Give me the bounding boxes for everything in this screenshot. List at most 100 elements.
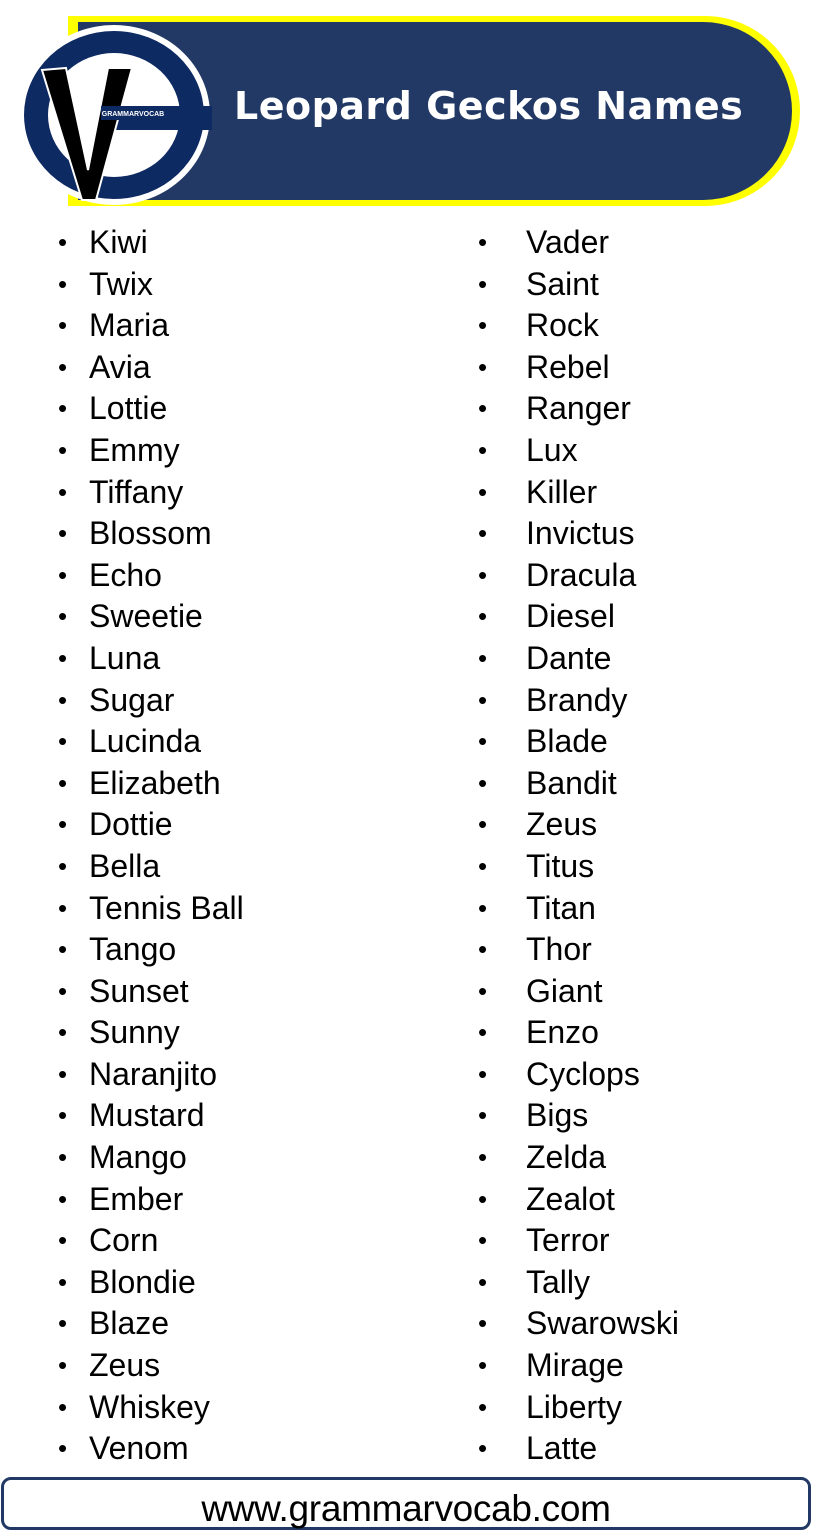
name-text: Lux	[526, 431, 578, 468]
name-text: Blaze	[89, 1305, 170, 1342]
list-item: • Ranger	[478, 388, 679, 430]
bullet-icon: •	[478, 434, 488, 465]
bullet-icon: •	[478, 1183, 488, 1214]
name-text: Zeus	[89, 1347, 161, 1384]
bullet-icon: •	[58, 1308, 68, 1339]
name-text: Whiskey	[89, 1388, 210, 1425]
name-text: Emmy	[89, 431, 180, 468]
bullet-icon: •	[478, 1142, 488, 1173]
name-text: Thor	[526, 931, 592, 968]
bullet-icon: •	[58, 934, 68, 965]
bullet-icon: •	[478, 1017, 488, 1048]
list-item: • Luna	[58, 638, 244, 680]
bullet-icon: •	[58, 726, 68, 757]
bullet-icon: •	[478, 809, 488, 840]
page-title: Leopard Geckos Names	[234, 84, 744, 128]
name-text: Rock	[526, 307, 599, 344]
name-text: Naranjito	[89, 1055, 218, 1092]
list-item: • Elizabeth	[58, 763, 244, 805]
list-item: • Vader	[478, 222, 679, 264]
bullet-icon: •	[478, 351, 488, 382]
name-text: Kiwi	[89, 224, 148, 260]
list-item: • Sunset	[58, 971, 244, 1013]
name-text: Diesel	[526, 598, 615, 635]
bullet-icon: •	[58, 767, 68, 798]
bullet-icon: •	[478, 1308, 488, 1339]
bullet-icon: •	[478, 559, 488, 590]
list-item: • Venom	[58, 1428, 244, 1470]
bullet-icon: •	[58, 601, 68, 632]
list-item: • Bella	[58, 846, 244, 888]
footer-url[interactable]: www.grammarvocab.com	[4, 1488, 808, 1530]
name-text: Zeus	[526, 806, 598, 843]
name-text: Brandy	[526, 681, 628, 718]
bullet-icon: •	[478, 642, 488, 673]
name-text: Rebel	[526, 348, 610, 385]
list-item: • Giant	[478, 971, 679, 1013]
bullet-icon: •	[478, 393, 488, 424]
bullet-icon: •	[478, 850, 488, 881]
bullet-icon: •	[58, 850, 68, 881]
list-item: • Swarowski	[478, 1303, 679, 1345]
list-item: • Zealot	[478, 1179, 679, 1221]
list-item: • Tennis Ball	[58, 888, 244, 930]
name-text: Elizabeth	[89, 764, 221, 801]
name-text: Sugar	[89, 681, 175, 718]
name-text: Vader	[526, 224, 610, 260]
name-text: Luna	[89, 639, 161, 676]
list-item: • Tiffany	[58, 472, 244, 514]
list-item: • Rebel	[478, 347, 679, 389]
list-item: • Titan	[478, 888, 679, 930]
name-text: Ember	[89, 1180, 184, 1217]
list-item: • Corn	[58, 1220, 244, 1262]
bullet-icon: •	[58, 1350, 68, 1381]
name-text: Venom	[89, 1430, 189, 1467]
bullet-icon: •	[478, 518, 488, 549]
bullet-icon: •	[58, 1183, 68, 1214]
bullet-icon: •	[478, 476, 488, 507]
name-text: Titan	[526, 889, 596, 926]
list-item: • Lux	[478, 430, 679, 472]
name-text: Blade	[526, 723, 608, 760]
name-text: Zealot	[526, 1180, 615, 1217]
name-text: Liberty	[526, 1388, 623, 1425]
bullet-icon: •	[478, 1350, 488, 1381]
name-text: Zelda	[526, 1139, 607, 1176]
bullet-icon: •	[58, 809, 68, 840]
bullet-icon: •	[58, 268, 68, 299]
bullet-icon: •	[58, 684, 68, 715]
list-item: • Sunny	[58, 1012, 244, 1054]
name-text: Bandit	[526, 764, 617, 801]
list-item: • Blondie	[58, 1262, 244, 1304]
bullet-icon: •	[58, 1225, 68, 1256]
list-item: • Sugar	[58, 680, 244, 722]
name-text: Ranger	[526, 390, 631, 427]
name-text: Dottie	[89, 806, 173, 843]
list-item: • Kiwi	[58, 222, 244, 264]
list-item: • Mustard	[58, 1095, 244, 1137]
bullet-icon: •	[478, 310, 488, 341]
name-text: Bella	[89, 847, 161, 884]
footer-url-box: www.grammarvocab.com	[1, 1477, 811, 1530]
bullet-icon: •	[58, 559, 68, 590]
bullet-icon: •	[478, 1100, 488, 1131]
bullet-icon: •	[58, 434, 68, 465]
list-item: • Thor	[478, 929, 679, 971]
list-item: • Bandit	[478, 763, 679, 805]
list-item: • Maria	[58, 305, 244, 347]
bullet-icon: •	[478, 684, 488, 715]
name-text: Dracula	[526, 556, 637, 593]
list-item: • Liberty	[478, 1387, 679, 1429]
bullet-icon: •	[478, 1058, 488, 1089]
list-item: • Echo	[58, 555, 244, 597]
bullet-icon: •	[478, 767, 488, 798]
name-text: Tennis Ball	[89, 889, 244, 926]
list-item: • Naranjito	[58, 1054, 244, 1096]
name-text: Bigs	[526, 1097, 589, 1134]
list-item: • Rock	[478, 305, 679, 347]
name-text: Enzo	[526, 1014, 599, 1051]
bullet-icon: •	[478, 1391, 488, 1422]
name-text: Corn	[89, 1222, 159, 1259]
list-item: • Blaze	[58, 1303, 244, 1345]
list-item: • Tango	[58, 929, 244, 971]
